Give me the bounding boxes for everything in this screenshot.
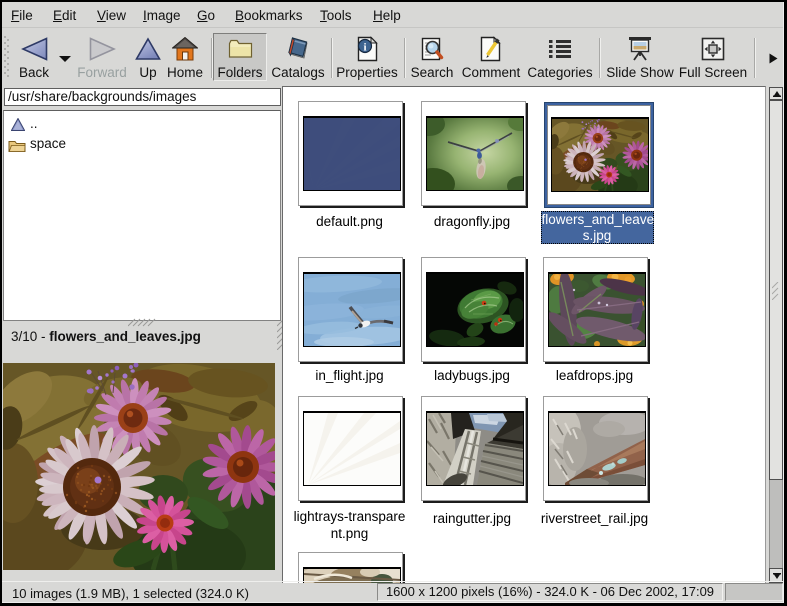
svg-text:i: i (363, 42, 366, 54)
